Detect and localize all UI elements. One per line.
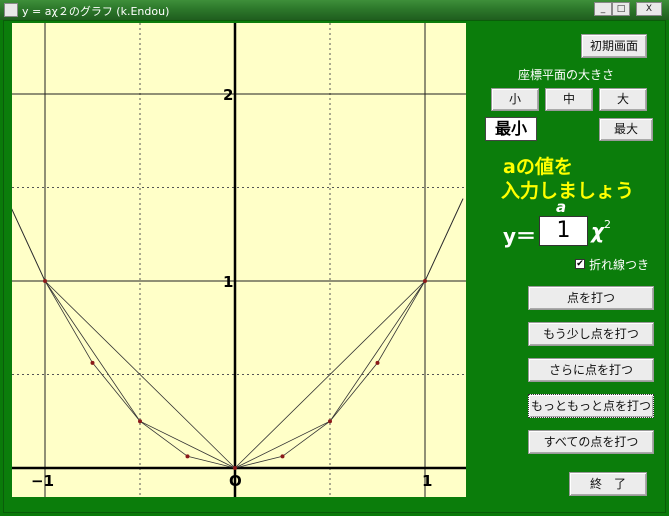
- plot-much-more-button[interactable]: もっともっと点を打つ: [528, 394, 654, 418]
- maximize-button[interactable]: □: [612, 2, 630, 16]
- reset-button[interactable]: 初期画面: [581, 34, 647, 58]
- equation-y: y＝: [503, 224, 537, 248]
- size-max-button[interactable]: 最大: [599, 118, 653, 141]
- data-point: [43, 279, 47, 283]
- graph-area: −1 O 1 1 2: [12, 23, 466, 497]
- title-bar[interactable]: y = aχ２のグラフ (k.Endou) _ □ X: [0, 0, 669, 20]
- y-tick-label: 2: [223, 86, 233, 104]
- size-large-button[interactable]: 大: [599, 88, 647, 111]
- data-point: [328, 419, 332, 424]
- x-tick-label: −1: [31, 472, 54, 490]
- plot-all-button[interactable]: すべての点を打つ: [528, 430, 654, 454]
- size-small-button[interactable]: 小: [491, 88, 539, 111]
- x-tick-label: O: [229, 472, 242, 490]
- exit-button[interactable]: 終 了: [569, 472, 647, 496]
- data-point: [138, 419, 142, 424]
- app-icon: [4, 3, 18, 17]
- size-heading: 座標平面の大きさ: [517, 68, 614, 82]
- polyline-checkbox[interactable]: ✔: [575, 259, 585, 269]
- y-tick-label: 1: [223, 273, 233, 291]
- plot-further-button[interactable]: さらに点を打つ: [528, 358, 654, 382]
- data-point: [233, 466, 237, 470]
- close-button[interactable]: X: [636, 2, 662, 16]
- data-point: [185, 454, 190, 459]
- check-icon: ✔: [576, 259, 584, 269]
- size-status: 最小: [485, 117, 537, 141]
- x-tick-label: 1: [422, 472, 432, 490]
- minimize-button[interactable]: _: [594, 2, 612, 16]
- data-point: [280, 454, 285, 459]
- window-title: y = aχ２のグラフ (k.Endou): [22, 5, 170, 18]
- data-point: [423, 279, 427, 283]
- plot-points-button[interactable]: 点を打つ: [528, 286, 654, 310]
- polyline-label: 折れ線つき: [589, 258, 650, 272]
- data-point: [375, 360, 380, 365]
- prompt-line-2: 入力しましょう: [501, 180, 635, 202]
- prompt-line-1: aの値を: [503, 156, 573, 178]
- size-medium-button[interactable]: 中: [545, 88, 593, 111]
- plot-more-button[interactable]: もう少し点を打つ: [528, 322, 654, 346]
- app-window: y = aχ２のグラフ (k.Endou) _ □ X −1 O 1 1 2 初期画面 …: [0, 0, 669, 516]
- a-value-input[interactable]: 1: [539, 216, 588, 246]
- a-label: a: [556, 198, 567, 216]
- equation-exponent: 2: [604, 218, 611, 231]
- data-point: [90, 360, 95, 365]
- equation-x: χ: [591, 219, 604, 243]
